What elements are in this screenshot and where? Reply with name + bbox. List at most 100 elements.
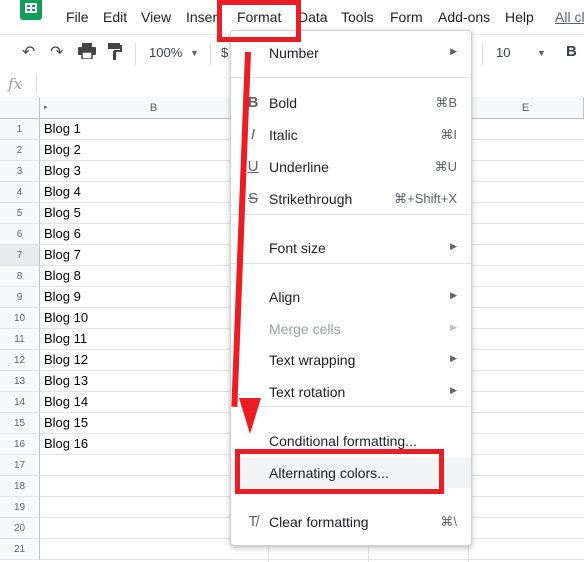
menu-item-label: Text rotation bbox=[269, 384, 346, 400]
submenu-arrow-icon: ▶ bbox=[450, 290, 457, 300]
menu-addons[interactable]: Add-ons bbox=[438, 9, 490, 25]
toolbar-divider bbox=[482, 43, 483, 65]
row-header[interactable]: 2 bbox=[0, 140, 40, 161]
row-header[interactable]: 5 bbox=[0, 203, 40, 224]
row-header[interactable]: 10 bbox=[0, 308, 40, 329]
cell-b[interactable]: Blog 4 bbox=[44, 184, 81, 199]
cell-b[interactable]: Blog 9 bbox=[44, 289, 81, 304]
menu-tools[interactable]: Tools bbox=[341, 9, 374, 25]
font-size-dropdown-icon[interactable]: ▼ bbox=[537, 48, 546, 58]
zoom-select[interactable]: 100% bbox=[149, 45, 182, 60]
cell-b[interactable]: Blog 8 bbox=[44, 268, 81, 283]
toolbar-divider bbox=[135, 43, 136, 65]
menu-item-strikethrough[interactable]: S Strikethrough ⌘+Shift+X bbox=[231, 184, 471, 214]
menu-help[interactable]: Help bbox=[505, 9, 534, 25]
menu-item-shortcut: ⌘\ bbox=[440, 514, 457, 529]
cell-b[interactable]: Blog 3 bbox=[44, 163, 81, 178]
submenu-arrow-icon: ▶ bbox=[450, 322, 457, 332]
cell-b[interactable]: Blog 14 bbox=[44, 394, 88, 409]
row-header[interactable]: 3 bbox=[0, 161, 40, 182]
cell-b[interactable]: Blog 6 bbox=[44, 226, 81, 241]
select-all-corner[interactable] bbox=[0, 97, 40, 119]
menu-edit[interactable]: Edit bbox=[103, 9, 127, 25]
cell-b[interactable]: Blog 15 bbox=[44, 415, 88, 430]
menu-item-shortcut: ⌘B bbox=[435, 95, 457, 110]
menu-item-label: Underline bbox=[269, 159, 329, 175]
row-header[interactable]: 13 bbox=[0, 371, 40, 392]
menu-item-label: Clear formatting bbox=[269, 514, 369, 530]
print-icon[interactable] bbox=[78, 43, 96, 65]
cell-b[interactable]: Blog 2 bbox=[44, 142, 81, 157]
menu-item-font-size[interactable]: Font size ▶ bbox=[231, 233, 471, 263]
row-header[interactable]: 14 bbox=[0, 392, 40, 413]
bold-button[interactable]: B bbox=[566, 43, 577, 60]
menu-item-clear-formatting[interactable]: T̸ Clear formatting ⌘\ bbox=[231, 507, 471, 537]
row-header[interactable]: 17 bbox=[0, 455, 40, 476]
cell-b[interactable]: Blog 10 bbox=[44, 310, 88, 325]
cell-b[interactable]: Blog 12 bbox=[44, 352, 88, 367]
redo-icon[interactable]: ↷ bbox=[50, 43, 63, 63]
menu-item-label: Strikethrough bbox=[269, 191, 353, 207]
submenu-arrow-icon: ▶ bbox=[450, 46, 457, 56]
cell-b[interactable]: Blog 7 bbox=[44, 247, 81, 262]
row-header[interactable]: 9 bbox=[0, 287, 40, 308]
column-collapse-icon[interactable]: ▸ bbox=[44, 97, 48, 119]
annotation-arrow-head bbox=[239, 398, 261, 434]
font-size-select[interactable]: 10 bbox=[496, 45, 510, 60]
row-header[interactable]: 11 bbox=[0, 329, 40, 350]
column-header-e[interactable]: E bbox=[468, 97, 584, 119]
annotation-alternating-colors-box bbox=[235, 449, 444, 494]
menu-item-shortcut: ⌘+Shift+X bbox=[394, 191, 457, 206]
menu-view[interactable]: View bbox=[141, 9, 171, 25]
menu-data[interactable]: Data bbox=[298, 9, 328, 25]
menu-separator bbox=[231, 77, 471, 78]
row-header[interactable]: 8 bbox=[0, 266, 40, 287]
fx-icon: fx bbox=[8, 75, 23, 93]
row-header[interactable]: 12 bbox=[0, 350, 40, 371]
menu-item-number[interactable]: Number ▶ bbox=[231, 38, 471, 68]
column-header-b-label: B bbox=[149, 102, 158, 114]
menu-item-italic[interactable]: I Italic ⌘I bbox=[231, 120, 471, 150]
row-header[interactable]: 19 bbox=[0, 497, 40, 518]
menu-item-align[interactable]: Align ▶ bbox=[231, 282, 471, 312]
menu-item-text-rotation[interactable]: Text rotation ▶ bbox=[231, 377, 471, 407]
menu-item-label: Font size bbox=[269, 240, 326, 256]
menu-form[interactable]: Form bbox=[390, 9, 423, 25]
row-header[interactable]: 21 bbox=[0, 539, 40, 560]
menu-file[interactable]: File bbox=[66, 9, 89, 25]
menu-item-label: Text wrapping bbox=[269, 352, 356, 368]
all-changes-link[interactable]: All cl bbox=[555, 9, 584, 25]
row-header[interactable]: 7 bbox=[0, 245, 40, 266]
menu-item-label: Merge cells bbox=[269, 321, 341, 337]
cell-b[interactable]: Blog 16 bbox=[44, 436, 88, 451]
formula-bar-divider bbox=[36, 76, 37, 93]
menu-insert[interactable]: Inser bbox=[186, 9, 217, 25]
strikethrough-icon: S bbox=[247, 190, 258, 207]
row-header[interactable]: 18 bbox=[0, 476, 40, 497]
menu-item-shortcut: ⌘U bbox=[434, 159, 457, 174]
cell-b[interactable]: Blog 5 bbox=[44, 205, 81, 220]
row-header[interactable]: 15 bbox=[0, 413, 40, 434]
toolbar-divider bbox=[210, 43, 211, 65]
paint-format-icon[interactable] bbox=[108, 43, 122, 67]
cell-b[interactable]: Blog 1 bbox=[44, 121, 81, 136]
menu-item-label: Bold bbox=[269, 95, 298, 111]
row-header[interactable]: 20 bbox=[0, 518, 40, 539]
cell-b[interactable]: Blog 13 bbox=[44, 373, 88, 388]
zoom-dropdown-icon[interactable]: ▼ bbox=[190, 48, 199, 58]
clear-formatting-icon: T̸ bbox=[248, 513, 258, 530]
row-header[interactable]: 16 bbox=[0, 434, 40, 455]
menu-item-bold[interactable]: B Bold ⌘B bbox=[231, 88, 471, 118]
row-header[interactable]: 1 bbox=[0, 119, 40, 140]
row-header[interactable]: 6 bbox=[0, 224, 40, 245]
menu-item-label: Italic bbox=[269, 127, 298, 143]
menu-item-underline[interactable]: U Underline ⌘U bbox=[231, 152, 471, 182]
menu-item-text-wrapping[interactable]: Text wrapping ▶ bbox=[231, 345, 471, 375]
submenu-arrow-icon: ▶ bbox=[450, 241, 457, 251]
google-sheets-logo-icon[interactable] bbox=[20, 0, 42, 20]
row-header[interactable]: 4 bbox=[0, 182, 40, 203]
currency-format-button[interactable]: $ bbox=[221, 45, 228, 60]
cell-b[interactable]: Blog 11 bbox=[44, 331, 87, 346]
menu-item-label: Align bbox=[269, 289, 301, 305]
undo-icon[interactable]: ↶ bbox=[22, 43, 35, 63]
